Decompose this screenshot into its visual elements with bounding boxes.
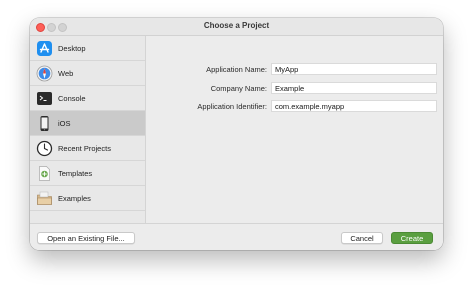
cancel-button[interactable]: Cancel bbox=[341, 232, 383, 244]
sidebar-item-label: Web bbox=[58, 68, 74, 78]
project-settings-form: Application Name: MyApp Company Name: Ex… bbox=[146, 36, 443, 223]
sidebar-item-templates[interactable]: Templates bbox=[30, 161, 145, 186]
project-type-sidebar: Desktop Web Console iOS Recent Projects … bbox=[30, 36, 146, 223]
iphone-icon bbox=[36, 115, 53, 132]
sidebar-item-label: Recent Projects bbox=[58, 143, 111, 153]
sidebar-item-console[interactable]: Console bbox=[30, 86, 145, 111]
window-title: Choose a Project bbox=[203, 21, 270, 30]
company-name-label: Company Name: bbox=[210, 84, 267, 93]
sidebar-item-ios[interactable]: iOS bbox=[30, 111, 145, 136]
sidebar-item-desktop[interactable]: Desktop bbox=[30, 36, 145, 61]
clock-icon bbox=[36, 140, 53, 157]
safari-compass-icon bbox=[36, 65, 53, 82]
template-document-icon bbox=[36, 165, 53, 182]
dialog-footer: Open an Existing File... Cancel Create bbox=[30, 223, 443, 250]
sidebar-item-web[interactable]: Web bbox=[30, 61, 145, 86]
application-identifier-row: Application Identifier: com.example.myap… bbox=[146, 100, 443, 113]
application-identifier-field[interactable]: com.example.myapp bbox=[271, 100, 437, 112]
application-name-row: Application Name: MyApp bbox=[146, 63, 443, 76]
sidebar-item-recent-projects[interactable]: Recent Projects bbox=[30, 136, 145, 161]
project-chooser-window: Choose a Project Desktop Web Console iOS… bbox=[30, 18, 443, 250]
sidebar-item-label: Desktop bbox=[58, 43, 86, 53]
sidebar-item-label: Examples bbox=[58, 193, 91, 203]
terminal-icon bbox=[36, 90, 53, 107]
application-identifier-label: Application Identifier: bbox=[197, 102, 267, 111]
company-name-row: Company Name: Example bbox=[146, 82, 443, 95]
title-bar: Choose a Project bbox=[30, 18, 443, 36]
company-name-field[interactable]: Example bbox=[271, 82, 437, 94]
sidebar-item-label: Console bbox=[58, 93, 86, 103]
sidebar-item-examples[interactable]: Examples bbox=[30, 186, 145, 211]
open-existing-file-button[interactable]: Open an Existing File... bbox=[37, 232, 135, 244]
sidebar-item-label: Templates bbox=[58, 168, 93, 178]
sidebar-item-label: iOS bbox=[58, 118, 71, 128]
app-store-icon bbox=[36, 40, 53, 57]
application-name-label: Application Name: bbox=[206, 65, 267, 74]
application-name-field[interactable]: MyApp bbox=[271, 63, 437, 75]
create-button[interactable]: Create bbox=[391, 232, 433, 244]
folder-box-icon bbox=[36, 190, 53, 207]
